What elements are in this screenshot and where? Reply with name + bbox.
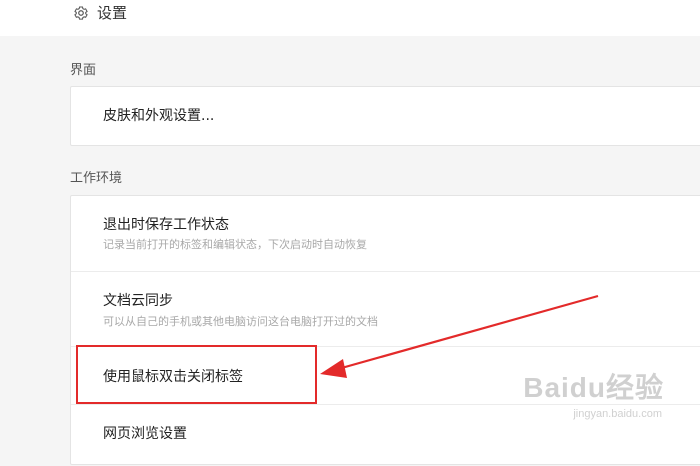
highlight-box (76, 345, 317, 404)
interface-card: 皮肤和外观设置... (70, 86, 700, 146)
baidu-jingyan-watermark: Baidu经验 jingyan.baidu.com (523, 372, 664, 420)
watermark-sub-text: jingyan.baidu.com (573, 408, 662, 420)
skin-appearance-settings-label: 皮肤和外观设置... (103, 108, 215, 124)
work-environment-card: 退出时保存工作状态 记录当前打开的标签和编辑状态，下次启动时自动恢复 文档云同步… (70, 195, 700, 465)
gear-icon (74, 6, 88, 20)
skin-appearance-settings-item[interactable]: 皮肤和外观设置... (71, 87, 700, 145)
save-work-state-label: 退出时保存工作状态 (103, 217, 229, 233)
document-cloud-sync-label: 文档云同步 (103, 293, 173, 309)
web-browsing-settings-label: 网页浏览设置 (103, 426, 187, 442)
watermark-main-text: Baidu经验 (523, 372, 664, 403)
settings-header: 设置 (0, 0, 700, 36)
save-work-state-description: 记录当前打开的标签和编辑状态，下次启动时自动恢复 (103, 238, 367, 251)
save-work-state-item[interactable]: 退出时保存工作状态 记录当前打开的标签和编辑状态，下次启动时自动恢复 (71, 196, 700, 271)
document-cloud-sync-item[interactable]: 文档云同步 可以从自己的手机或其他电脑访问这台电脑打开过的文档 (71, 271, 700, 346)
page-title: 设置 (97, 4, 128, 22)
section-label-interface: 界面 (70, 63, 97, 78)
section-label-work-environment: 工作环境 (70, 171, 123, 186)
document-cloud-sync-description: 可以从自己的手机或其他电脑访问这台电脑打开过的文档 (103, 315, 378, 328)
